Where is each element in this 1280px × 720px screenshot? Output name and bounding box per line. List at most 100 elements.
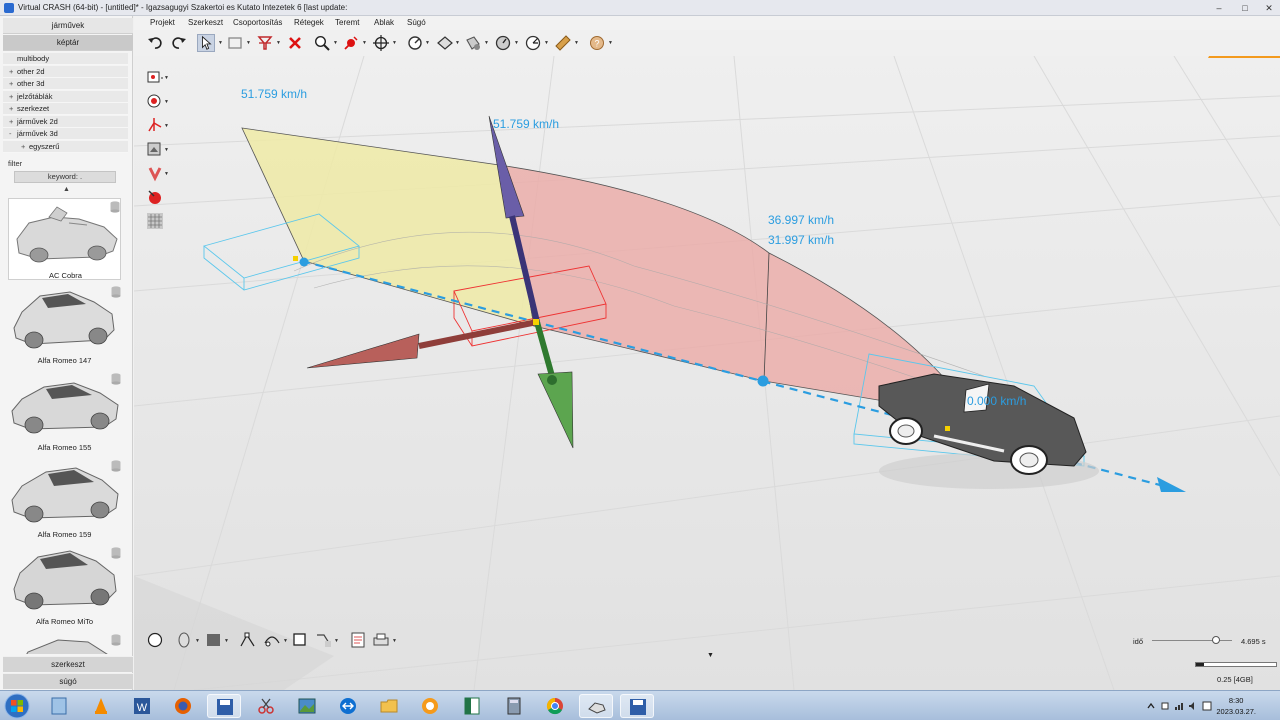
menu-szerkeszt[interactable]: Szerkeszt xyxy=(188,18,223,27)
taskbar-calculator[interactable] xyxy=(497,694,531,718)
ruler-dropdown-icon[interactable]: ▼ xyxy=(574,40,579,46)
physics-tool-icon[interactable] xyxy=(146,188,164,206)
rectangle-select-icon[interactable] xyxy=(226,34,244,52)
magnet-tool-icon[interactable] xyxy=(146,164,164,182)
menu-teremt[interactable]: Teremt xyxy=(335,18,359,27)
tree-item-egyszeru[interactable]: + egyszerű xyxy=(3,141,128,153)
vehicle-ac-cobra[interactable]: AC Cobra xyxy=(8,198,121,280)
vehicle-alfa-romeo-147[interactable]: Alfa Romeo 147 xyxy=(8,284,121,366)
pick-tool-icon[interactable] xyxy=(342,34,360,52)
tab-sugo[interactable]: súgó xyxy=(3,673,133,689)
tray-expand-icon[interactable] xyxy=(1146,701,1156,711)
view-dropdown-icon[interactable]: ▼ xyxy=(164,75,169,81)
trajectory-start-point[interactable] xyxy=(299,257,309,267)
vehicle-alfa-romeo-155[interactable]: Alfa Romeo 155 xyxy=(8,371,121,453)
menu-projekt[interactable]: Projekt xyxy=(150,18,175,27)
filter-dropdown-icon[interactable]: ▼ xyxy=(276,40,281,46)
gizmo-green-knob[interactable] xyxy=(547,375,557,385)
redo-icon[interactable] xyxy=(170,34,188,52)
tree-item-jelzotablak[interactable]: + jelzőtáblák xyxy=(3,91,128,103)
scene-canvas[interactable] xyxy=(134,56,1280,690)
camera-path-tool-icon[interactable] xyxy=(315,631,333,649)
maximize-button[interactable]: □ xyxy=(1238,2,1252,14)
time-slider-thumb[interactable] xyxy=(1212,636,1220,644)
taskbar-word[interactable]: W xyxy=(125,694,159,718)
taskbar-media[interactable] xyxy=(413,694,447,718)
menu-retegek[interactable]: Rétegek xyxy=(294,18,324,27)
surface-tool-icon[interactable] xyxy=(205,631,223,649)
image-dropdown-icon[interactable]: ▼ xyxy=(164,147,169,153)
move-tool-icon[interactable] xyxy=(372,34,390,52)
undo-icon[interactable] xyxy=(146,34,164,52)
angle-tool-icon[interactable] xyxy=(524,34,542,52)
menu-csoportositas[interactable]: Csoportosítás xyxy=(233,18,282,27)
square-tool-icon[interactable] xyxy=(291,631,309,649)
zoom-icon[interactable] xyxy=(313,34,331,52)
menu-ablak[interactable]: Ablak xyxy=(374,18,394,27)
taskbar-explorer[interactable] xyxy=(372,694,406,718)
time-slider-track[interactable] xyxy=(1152,640,1232,641)
tab-jarmuvek[interactable]: járművek xyxy=(3,18,133,34)
grid-tool-icon[interactable] xyxy=(146,212,164,230)
action-center-icon[interactable] xyxy=(1160,701,1170,711)
tire-dropdown-icon[interactable]: ▼ xyxy=(484,40,489,46)
record-dropdown-icon[interactable]: ▼ xyxy=(164,99,169,105)
path-tool-icon[interactable] xyxy=(239,631,257,649)
rotate-dropdown-icon[interactable]: ▼ xyxy=(425,40,430,46)
trajectory-mid-point[interactable] xyxy=(757,375,769,387)
scroll-up-icon[interactable]: ▲ xyxy=(63,186,70,193)
volume-icon[interactable] xyxy=(1188,701,1198,711)
tree-item-other-2d[interactable]: + other 2d xyxy=(3,66,128,78)
start-button[interactable] xyxy=(4,693,30,719)
tree-item-other-3d[interactable]: + other 3d xyxy=(3,78,128,90)
axes-dropdown-icon[interactable]: ▼ xyxy=(164,123,169,129)
tab-keptar[interactable]: képtár xyxy=(3,35,133,51)
measure-dropdown-icon[interactable]: ▼ xyxy=(455,40,460,46)
keyword-input[interactable]: keyword: . xyxy=(14,171,116,183)
expand-down-icon[interactable]: ▼ xyxy=(707,652,714,659)
select-dropdown-icon[interactable]: ▼ xyxy=(218,40,223,46)
ruler-tool-icon[interactable] xyxy=(554,34,572,52)
tire-tool-icon[interactable] xyxy=(464,34,482,52)
system-clock[interactable]: 8:30 2023.03.27. xyxy=(1216,695,1256,717)
vehicle-alfa-romeo-mito[interactable]: Alfa Romeo MiTo xyxy=(8,545,121,627)
help-dropdown-icon[interactable]: ▼ xyxy=(608,40,613,46)
taskbar-save-2[interactable] xyxy=(620,694,654,718)
tab-szerkeszt[interactable]: szerkeszt xyxy=(3,656,133,672)
taskbar-save-app[interactable] xyxy=(207,694,241,718)
taskbar-snipping[interactable] xyxy=(249,694,283,718)
delete-icon[interactable] xyxy=(286,34,304,52)
rotate-tool-icon[interactable] xyxy=(406,34,424,52)
taskbar-firefox[interactable] xyxy=(166,694,200,718)
gauge-dropdown-icon[interactable]: ▼ xyxy=(514,40,519,46)
view-tool-icon[interactable] xyxy=(146,68,164,86)
pedestrian-tool-icon[interactable] xyxy=(175,631,193,649)
tree-item-multibody[interactable]: multibody xyxy=(3,53,128,65)
pick-dropdown-icon[interactable]: ▼ xyxy=(362,40,367,46)
taskbar-excel[interactable] xyxy=(455,694,489,718)
vehicle-alfa-romeo-159[interactable]: Alfa Romeo 159 xyxy=(8,458,121,540)
magnet-dropdown-icon[interactable]: ▼ xyxy=(164,171,169,177)
pedestrian-dropdown-icon[interactable]: ▼ xyxy=(195,638,200,644)
tree-item-jarmuvek-3d[interactable]: - járművek 3d xyxy=(3,128,128,140)
taskbar-chrome[interactable] xyxy=(538,694,572,718)
report-tool-icon[interactable] xyxy=(349,631,367,649)
camera-path-dropdown-icon[interactable]: ▼ xyxy=(334,638,339,644)
print-icon[interactable] xyxy=(372,631,390,649)
minimize-button[interactable]: – xyxy=(1212,2,1226,14)
move-dropdown-icon[interactable]: ▼ xyxy=(392,40,397,46)
zoom-dropdown-icon[interactable]: ▼ xyxy=(333,40,338,46)
taskbar-photos[interactable] xyxy=(290,694,324,718)
tree-item-szerkezet[interactable]: + szerkezet xyxy=(3,103,128,115)
axes-tool-icon[interactable] xyxy=(146,116,164,134)
print-dropdown-icon[interactable]: ▼ xyxy=(392,638,397,644)
rect-dropdown-icon[interactable]: ▼ xyxy=(246,40,251,46)
taskbar-virtual-crash[interactable] xyxy=(579,694,613,718)
curve-tool-icon[interactable] xyxy=(263,631,281,649)
3d-viewport[interactable]: 51.759 km/h 51.759 km/h 36.997 km/h 31.9… xyxy=(134,56,1280,690)
language-icon[interactable] xyxy=(1202,701,1212,711)
measure-tool-icon[interactable] xyxy=(436,34,454,52)
vehicle-next-partial[interactable] xyxy=(8,632,121,654)
curve-dropdown-icon[interactable]: ▼ xyxy=(283,638,288,644)
taskbar-teamviewer[interactable] xyxy=(331,694,365,718)
